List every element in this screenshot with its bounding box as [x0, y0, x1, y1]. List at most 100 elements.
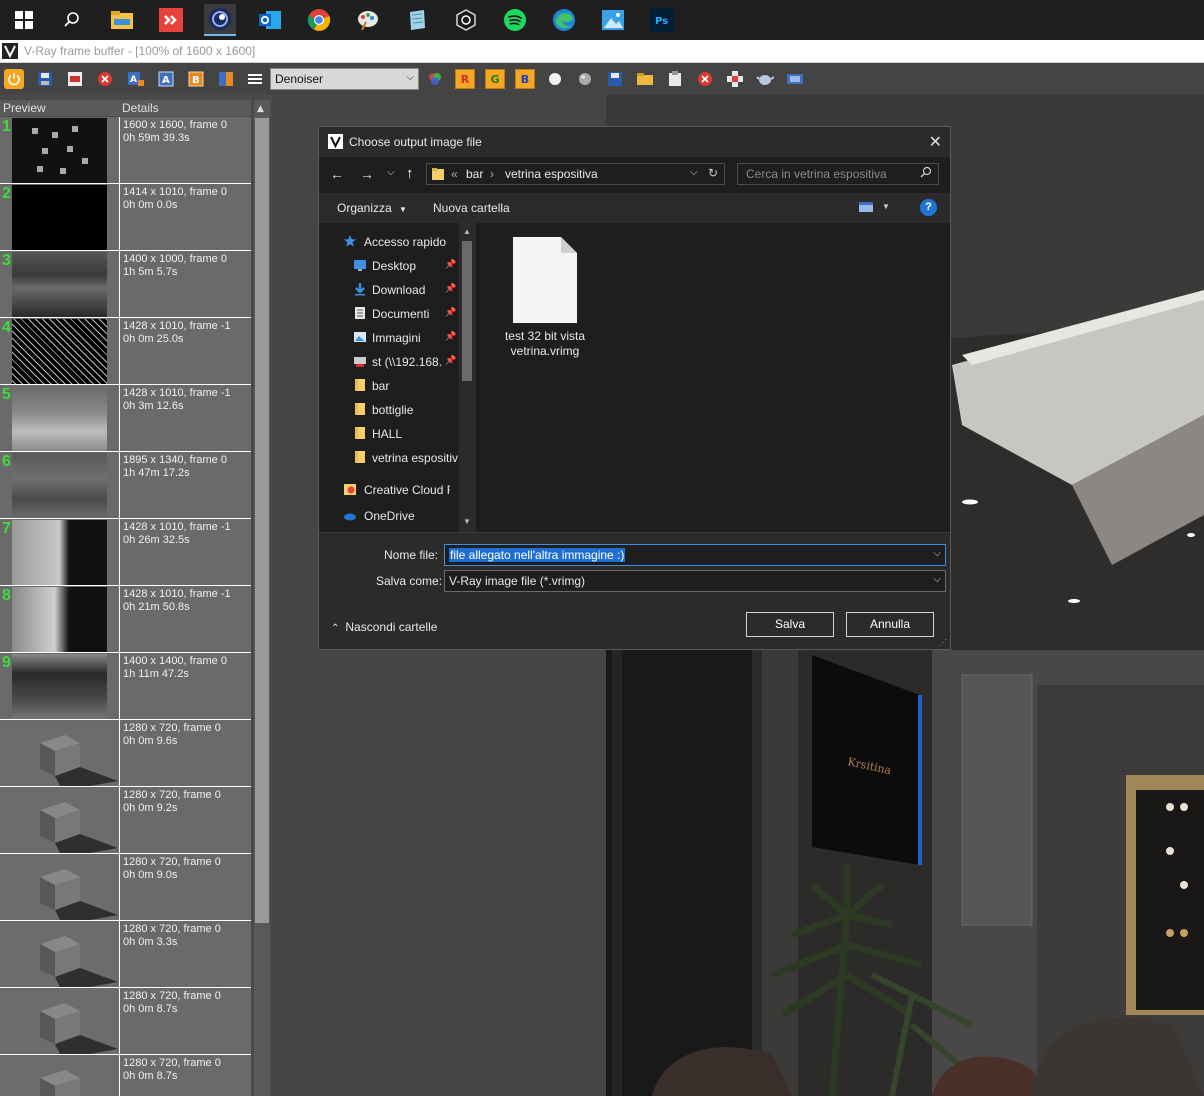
nav-item[interactable]: HALL	[319, 423, 459, 445]
organize-button[interactable]: Organizza ▼	[337, 201, 407, 215]
history-row[interactable]: 9 1400 x 1400, frame 0 1h 11m 47.2s	[0, 653, 251, 720]
ab-split-icon[interactable]	[216, 69, 236, 89]
anydesk-icon[interactable]	[155, 4, 187, 36]
history-row[interactable]: 1280 x 720, frame 0 0h 0m 9.2s	[0, 787, 251, 854]
history-row[interactable]: 1280 x 720, frame 0 0h 0m 3.3s	[0, 921, 251, 988]
address-dropdown-icon[interactable]: ⌵	[690, 167, 698, 178]
blue-channel-button[interactable]: B	[515, 69, 535, 89]
app-icon[interactable]	[450, 4, 482, 36]
mono-icon[interactable]	[575, 69, 595, 89]
green-channel-button[interactable]: G	[485, 69, 505, 89]
open-folder-icon[interactable]	[635, 69, 655, 89]
filename-input[interactable]: file allegato nell'altra immagine :) ⌵	[444, 544, 946, 566]
paint-icon[interactable]	[352, 4, 384, 36]
resize-grip-icon[interactable]: ⋰	[939, 638, 947, 647]
up-arrow-icon[interactable]: ↑	[406, 165, 414, 182]
search-input[interactable]: Cerca in vetrina espositiva	[737, 163, 939, 185]
region-render-icon[interactable]	[725, 69, 745, 89]
photoshop-icon[interactable]: Ps	[646, 4, 678, 36]
nav-item[interactable]: OneDrive	[319, 505, 459, 527]
nav-item[interactable]: Creative Cloud Fil	[319, 479, 459, 501]
history-row[interactable]: 3 1400 x 1000, frame 0 1h 5m 5.7s	[0, 251, 251, 318]
forward-arrow-icon[interactable]: →	[360, 166, 374, 182]
cancel-button[interactable]: Annulla	[846, 612, 934, 637]
save-image-icon[interactable]	[35, 69, 55, 89]
history-row[interactable]: 1280 x 720, frame 0 0h 0m 9.0s	[0, 854, 251, 921]
history-row[interactable]: 1 1600 x 1600, frame 0 0h 59m 39.3s	[0, 117, 251, 184]
clear-image-icon[interactable]	[95, 69, 115, 89]
render-power-icon[interactable]	[4, 69, 24, 89]
breadcrumb-bar[interactable]: bar	[466, 167, 483, 181]
history-resolution: 1280 x 720, frame 0	[123, 1057, 221, 1069]
spotify-icon[interactable]	[499, 4, 531, 36]
file-item[interactable]: test 32 bit vista vetrina.vrimg	[495, 237, 595, 367]
breadcrumb-vetrina[interactable]: vetrina espositiva	[505, 167, 598, 181]
chrome-icon[interactable]	[303, 4, 335, 36]
nav-scrollbar[interactable]: ▲ ▼	[459, 223, 476, 532]
nav-item[interactable]: Documenti 📌	[319, 303, 459, 325]
alpha-white-icon[interactable]	[545, 69, 565, 89]
history-scrollbar-thumb[interactable]	[255, 118, 269, 923]
nav-item[interactable]: Download 📌	[319, 279, 459, 301]
windows-start-icon[interactable]	[8, 4, 40, 36]
history-row[interactable]: 5 1428 x 1010, frame -1 0h 3m 12.6s	[0, 385, 251, 452]
address-overflow[interactable]: «	[451, 167, 458, 181]
scroll-up-icon[interactable]: ▲	[463, 227, 471, 236]
nav-item[interactable]: st (\\192.168. 📌	[319, 351, 459, 373]
close-icon[interactable]: ✕	[929, 132, 942, 152]
scroll-down-icon[interactable]: ▼	[463, 517, 471, 526]
history-row[interactable]: 1280 x 720, frame 0 0h 0m 9.6s	[0, 720, 251, 787]
nav-item[interactable]: Desktop 📌	[319, 255, 459, 277]
red-channel-button[interactable]: R	[455, 69, 475, 89]
chevron-down-icon[interactable]: ⌵	[933, 548, 941, 559]
notepad-icon[interactable]	[401, 4, 433, 36]
ab-compare-icon[interactable]: A	[126, 69, 146, 89]
back-arrow-icon[interactable]: ←	[330, 166, 344, 182]
document-icon	[353, 306, 367, 320]
history-details: 1400 x 1000, frame 0 1h 5m 5.7s	[119, 251, 251, 317]
nav-item[interactable]: bar	[319, 375, 459, 397]
new-folder-button[interactable]: Nuova cartella	[433, 201, 510, 215]
channel-a-button[interactable]: A	[156, 69, 176, 89]
nav-item[interactable]: vetrina espositiva	[319, 447, 459, 469]
load-image-icon[interactable]	[65, 69, 85, 89]
nav-item[interactable]: bottiglie	[319, 399, 459, 421]
view-dropdown-icon[interactable]: ▼	[882, 202, 890, 211]
scroll-up-icon[interactable]: ▲	[257, 104, 264, 114]
savetype-select[interactable]: V-Ray image file (*.vrimg) ⌵	[444, 570, 946, 592]
layer-select[interactable]: Denoiser ⌵	[270, 68, 419, 90]
history-row[interactable]: 1280 x 720, frame 0 0h 0m 8.7s	[0, 1055, 251, 1096]
nav-item[interactable]: Immagini 📌	[319, 327, 459, 349]
search-icon[interactable]	[56, 4, 88, 36]
edge-icon[interactable]	[548, 4, 580, 36]
hide-folders-button[interactable]: ⌃ Nascondi cartelle	[331, 620, 437, 634]
refresh-icon[interactable]: ↻	[708, 166, 718, 180]
outlook-icon[interactable]	[254, 4, 286, 36]
clear-history-icon[interactable]	[695, 69, 715, 89]
teapot-icon[interactable]	[755, 69, 775, 89]
history-row[interactable]: 2 1414 x 1010, frame 0 0h 0m 0.0s	[0, 184, 251, 251]
history-row[interactable]: 8 1428 x 1010, frame -1 0h 21m 50.8s	[0, 586, 251, 653]
channel-b-button[interactable]: B	[186, 69, 206, 89]
help-button[interactable]: ?	[920, 199, 937, 216]
color-channels-icon[interactable]	[425, 69, 445, 89]
history-row[interactable]: 6 1895 x 1340, frame 0 1h 47m 17.2s	[0, 452, 251, 519]
menu-icon[interactable]	[245, 69, 265, 89]
film-strip-icon[interactable]	[785, 69, 805, 89]
history-row[interactable]: 7 1428 x 1010, frame -1 0h 26m 32.5s	[0, 519, 251, 586]
save-button[interactable]: Salva	[746, 612, 834, 637]
save-all-icon[interactable]	[605, 69, 625, 89]
history-scrollbar[interactable]: ▲	[254, 100, 270, 1096]
photos-icon[interactable]	[597, 4, 629, 36]
history-row[interactable]: 4 1428 x 1010, frame -1 0h 0m 25.0s	[0, 318, 251, 385]
file-explorer-icon[interactable]	[106, 4, 138, 36]
clipboard-icon[interactable]	[665, 69, 685, 89]
history-row[interactable]: 1280 x 720, frame 0 0h 0m 8.7s	[0, 988, 251, 1055]
details-column-header: Details	[122, 101, 159, 115]
view-options-icon[interactable]	[858, 200, 874, 217]
recent-locations-icon[interactable]: ⌵	[387, 167, 395, 178]
address-box[interactable]: « bar › vetrina espositiva ⌵ ↻	[426, 163, 725, 185]
cinema4d-icon[interactable]	[204, 4, 236, 36]
nav-item[interactable]: Accesso rapido	[319, 231, 459, 253]
nav-scrollbar-thumb[interactable]	[462, 241, 472, 381]
